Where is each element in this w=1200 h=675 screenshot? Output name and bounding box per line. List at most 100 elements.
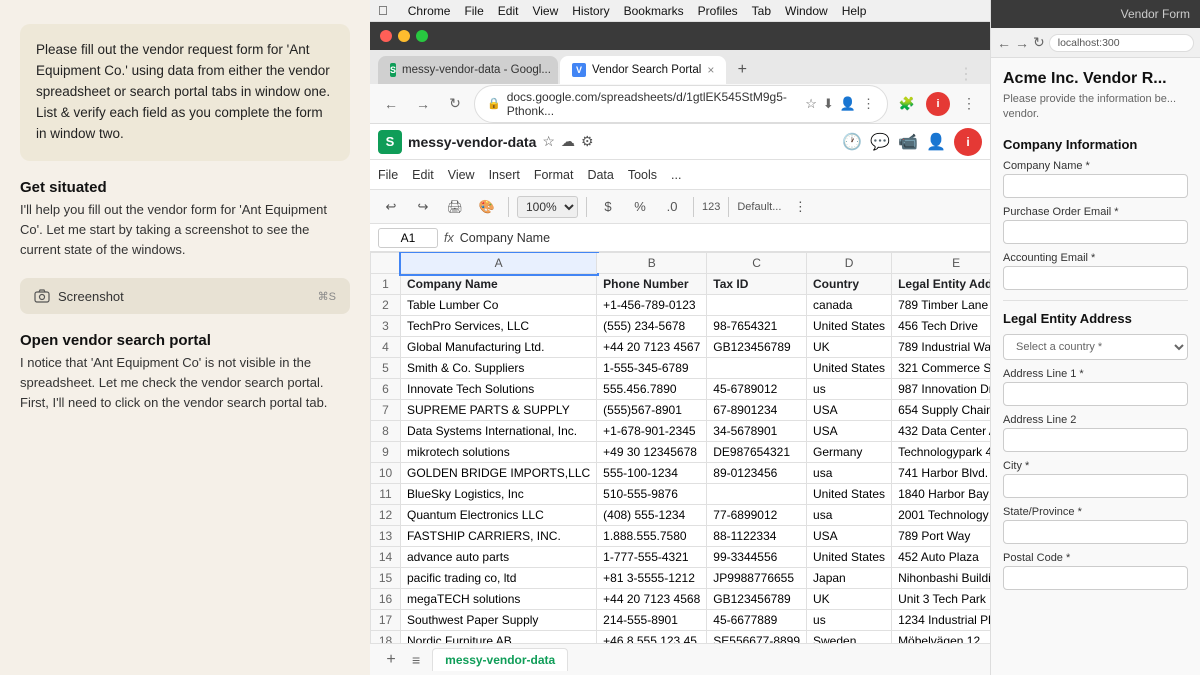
cell-company[interactable]: Innovate Tech Solutions [401,379,597,400]
cell-phone[interactable]: 1.888.555.7580 [597,526,707,547]
menu-data[interactable]: Data [587,168,613,182]
cell-phone[interactable]: +1-678-901-2345 [597,421,707,442]
cell-phone[interactable]: (408) 555-1234 [597,505,707,526]
cell-address[interactable]: 1234 Industrial Pkw... [892,610,990,631]
cell-address[interactable]: 452 Auto Plaza [892,547,990,568]
cell-company[interactable]: Table Lumber Co [401,295,597,316]
cell-address[interactable]: 456 Tech Drive [892,316,990,337]
cell-phone[interactable]: 555-100-1234 [597,463,707,484]
download-icon[interactable]: ⬇ [823,96,834,112]
browser-options-btn[interactable]: ⋮ [956,91,982,117]
cell-tax[interactable]: JP9988776655 [707,568,807,589]
cell-company[interactable]: Global Manufacturing Ltd. [401,337,597,358]
extensions-btn[interactable]: 🧩 [894,91,920,117]
cell-company[interactable]: megaTECH solutions [401,589,597,610]
forward-btn[interactable]: → [410,91,436,117]
input-postal[interactable] [1003,566,1188,590]
menu-more[interactable]: ... [671,168,681,182]
header-tax-id[interactable]: Tax ID [707,274,807,295]
cell-tax[interactable] [707,484,807,505]
cell-tax[interactable] [707,358,807,379]
cell-country[interactable]: USA [807,421,892,442]
more-format-btn[interactable]: ⋮ [787,194,813,220]
cell-phone[interactable]: +1-456-789-0123 [597,295,707,316]
menu-chrome[interactable]: Chrome [408,4,451,18]
input-address2[interactable] [1003,428,1188,452]
close-window-btn[interactable] [380,30,392,42]
cell-country[interactable]: usa [807,463,892,484]
profile-btn[interactable]: i [926,92,950,116]
cell-address[interactable]: Nihonbashi Building... [892,568,990,589]
menu-help[interactable]: Help [842,4,867,18]
cell-address[interactable]: 789 Industrial Way [892,337,990,358]
hamburger-icon[interactable]: ≡ [412,652,420,668]
vendor-refresh-btn[interactable]: ↻ [1033,34,1045,51]
add-sheet-btn[interactable]: + [378,647,404,673]
address-bar[interactable]: 🔒 docs.google.com/spreadsheets/d/1gtlEK5… [474,85,888,123]
tab1-close-btn[interactable]: × [557,63,558,77]
cell-tax[interactable]: SE556677-8899 [707,631,807,644]
cell-address[interactable]: 654 Supply Chain F... [892,400,990,421]
decimal-btn[interactable]: .0 [659,194,685,220]
menu-profiles[interactable]: Profiles [698,4,738,18]
undo-btn[interactable]: ↩ [378,194,404,220]
cell-phone[interactable]: 214-555-8901 [597,610,707,631]
cell-country[interactable]: Sweden [807,631,892,644]
cell-tax[interactable]: GB123456789 [707,589,807,610]
menu-format[interactable]: Format [534,168,574,182]
cell-phone[interactable]: 1-777-555-4321 [597,547,707,568]
menu-edit[interactable]: Edit [498,4,519,18]
col-header-e[interactable]: E [892,253,990,274]
meet-icon[interactable]: 📹 [898,132,918,152]
input-address1[interactable] [1003,382,1188,406]
new-tab-btn[interactable]: + [728,56,756,84]
cell-company[interactable]: Nordic Furniture AB [401,631,597,644]
cell-country[interactable]: United States [807,358,892,379]
cell-company[interactable]: TechPro Services, LLC [401,316,597,337]
cloud-icon[interactable]: ☁ [561,133,575,150]
cell-company[interactable]: mikrotech solutions [401,442,597,463]
print-btn[interactable]: 🖨 [442,194,468,220]
cell-tax[interactable]: DE987654321 [707,442,807,463]
maximize-window-btn[interactable] [416,30,428,42]
zoom-select[interactable]: 100% 75% 50% [517,196,578,218]
cell-phone[interactable]: +81 3-5555-1212 [597,568,707,589]
input-city[interactable] [1003,474,1188,498]
cell-phone[interactable]: (555)567-8901 [597,400,707,421]
cell-company[interactable]: Smith & Co. Suppliers [401,358,597,379]
cell-tax[interactable]: 88-1122334 [707,526,807,547]
more-icon[interactable]: ⋮ [862,96,875,112]
cell-phone[interactable]: 1-555-345-6789 [597,358,707,379]
menu-edit[interactable]: Edit [412,168,434,182]
cell-phone[interactable]: +44 20 7123 4568 [597,589,707,610]
menu-bookmarks[interactable]: Bookmarks [624,4,684,18]
bookmark-icon[interactable]: ☆ [805,96,817,112]
vendor-forward-btn[interactable]: → [1015,35,1029,51]
col-header-c[interactable]: C [707,253,807,274]
cell-address[interactable]: 1840 Harbor Bay P... [892,484,990,505]
cell-address[interactable]: Technologypark 42 [892,442,990,463]
user-avatar[interactable]: i [954,128,982,156]
tab2-close-btn[interactable]: × [707,63,714,77]
settings-icon[interactable]: ⚙ [581,133,594,150]
history-icon[interactable]: 🕐 [842,132,862,152]
menu-tools[interactable]: Tools [628,168,657,182]
cell-company[interactable]: Quantum Electronics LLC [401,505,597,526]
cell-tax[interactable]: 34-5678901 [707,421,807,442]
cell-tax[interactable]: 89-0123456 [707,463,807,484]
col-header-d[interactable]: D [807,253,892,274]
cell-country[interactable]: us [807,379,892,400]
cell-address[interactable]: Möbelvägen 12 [892,631,990,644]
cell-company[interactable]: BlueSky Logistics, Inc [401,484,597,505]
cell-tax[interactable]: 77-6899012 [707,505,807,526]
cell-address[interactable]: Unit 3 Tech Park [892,589,990,610]
sheets-title[interactable]: messy-vendor-data [408,134,536,150]
screenshot-button[interactable]: Screenshot ⌘S [20,278,350,314]
cell-address[interactable]: 2001 Technology D... [892,505,990,526]
menu-file[interactable]: File [378,168,398,182]
cell-country[interactable]: United States [807,547,892,568]
cell-country[interactable]: UK [807,589,892,610]
menu-tab[interactable]: Tab [752,4,771,18]
profile-icon[interactable]: 👤 [840,96,856,112]
input-accounting-email[interactable] [1003,266,1188,290]
